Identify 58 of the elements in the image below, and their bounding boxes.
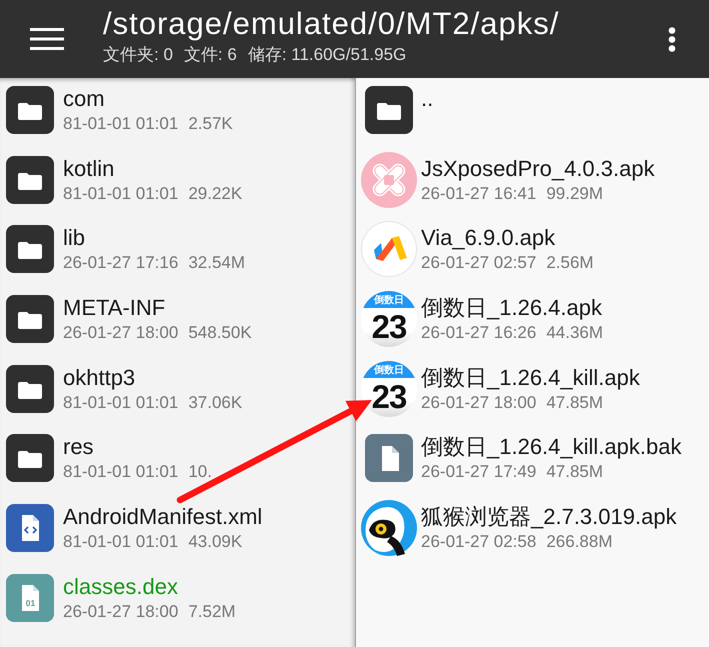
file-name[interactable]: Via_6.9.0.apk bbox=[421, 225, 594, 252]
animal-face-icon bbox=[361, 500, 417, 556]
file-size: 548.50K bbox=[188, 323, 252, 344]
calendar-day: 23 bbox=[372, 310, 406, 344]
file-date: 81-01-01 01:01 bbox=[63, 532, 178, 552]
file-name[interactable]: JsXposedPro_4.0.3.apk bbox=[421, 156, 655, 182]
file-date: 26-01-27 18:00 bbox=[63, 323, 178, 344]
file-size: 266.88M bbox=[546, 532, 612, 552]
calendar-caption: 倒数日 bbox=[361, 291, 417, 308]
file-size: 43.09K bbox=[188, 532, 242, 552]
file-date: 81-01-01 01:01 bbox=[63, 392, 178, 413]
file-date: 26-01-27 17:49 bbox=[421, 462, 536, 482]
summary-text: 文件: 6 bbox=[184, 45, 237, 65]
file-name[interactable]: 倒数日_1.26.4_kill.apk bbox=[421, 364, 640, 391]
file-date: 26-01-27 02:58 bbox=[421, 532, 536, 552]
icon-label: 01 bbox=[26, 598, 36, 608]
folder-icon bbox=[6, 295, 54, 344]
file-size: 47.85M bbox=[546, 392, 604, 413]
file-size: 44.36M bbox=[546, 323, 604, 344]
file-date: 26-01-27 16:26 bbox=[421, 323, 536, 344]
bandage-app-icon bbox=[361, 152, 417, 208]
file-size: 32.54M bbox=[188, 253, 246, 274]
code-file-icon bbox=[6, 504, 54, 552]
file-date: 81-01-01 01:01 bbox=[63, 462, 178, 482]
file-date: 26-01-27 16:41 bbox=[421, 184, 536, 204]
file-size: 37.06K bbox=[188, 392, 242, 413]
file-date: 26-01-27 02:57 bbox=[421, 253, 536, 274]
file-date: 26-01-27 18:00 bbox=[421, 392, 536, 413]
file-size: 2.57K bbox=[188, 114, 233, 134]
file-size: 99.29M bbox=[546, 184, 604, 204]
menu-icon[interactable] bbox=[30, 28, 64, 50]
file-date: 81-01-01 01:01 bbox=[63, 114, 178, 134]
file-name[interactable]: 狐猴浏览器_2.7.3.019.apk bbox=[421, 504, 677, 530]
file-date: 81-01-01 01:01 bbox=[63, 184, 178, 204]
file-name[interactable]: .. bbox=[421, 86, 434, 112]
path-title: /storage/emulated/0/MT2/apks/ bbox=[103, 7, 560, 41]
summary-text: 文件夹: 0 bbox=[103, 45, 173, 65]
folder-icon bbox=[6, 364, 54, 413]
calendar-caption: 倒数日 bbox=[361, 360, 417, 378]
folder-icon bbox=[6, 225, 54, 274]
file-name[interactable]: 倒数日_1.26.4.apk bbox=[421, 295, 604, 322]
summary-text: 储存: 11.60G/51.95G bbox=[248, 45, 406, 65]
overflow-menu-icon[interactable] bbox=[668, 26, 676, 52]
folder-icon bbox=[6, 86, 54, 134]
chevron-logo-icon bbox=[361, 221, 417, 278]
folder-icon bbox=[6, 156, 54, 204]
folder-icon bbox=[365, 86, 413, 134]
file-size: 10. bbox=[188, 462, 212, 482]
folder-icon bbox=[6, 434, 54, 482]
file-size: 7.52M bbox=[188, 602, 236, 622]
file-date: 26-01-27 17:16 bbox=[63, 253, 178, 274]
calendar-day: 23 bbox=[372, 380, 406, 414]
file-name[interactable]: 倒数日_1.26.4_kill.apk.bak bbox=[421, 434, 682, 460]
file-date: 26-01-27 18:00 bbox=[63, 602, 178, 622]
file-icon bbox=[365, 434, 413, 482]
file-size: 2.56M bbox=[546, 253, 594, 274]
file-size: 29.22K bbox=[188, 184, 242, 204]
file-size: 47.85M bbox=[546, 462, 604, 482]
